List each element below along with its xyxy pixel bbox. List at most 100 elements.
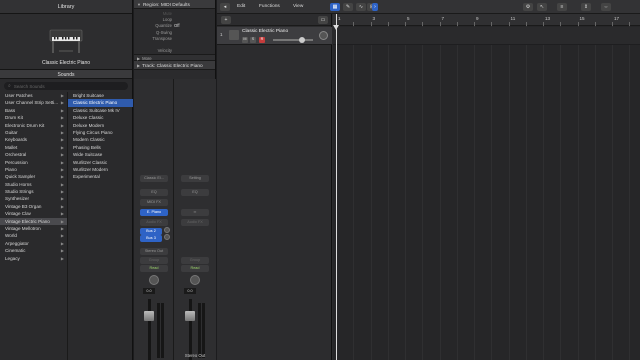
automation-read-slot[interactable]: Read <box>140 265 168 272</box>
patch-item[interactable]: Classic Suitcase Mk IV <box>68 107 133 114</box>
eq-slot[interactable]: EQ <box>181 189 209 196</box>
instrument-slot[interactable]: E. Piano <box>140 209 168 216</box>
track-pan-knob[interactable] <box>319 31 328 40</box>
solo-button[interactable]: S <box>250 37 256 43</box>
setting-slot[interactable]: Classic El... <box>140 175 168 182</box>
pointer-tool-icon[interactable]: ↖ <box>537 3 547 11</box>
volume-fader-cap[interactable] <box>185 311 195 321</box>
send-level-knob[interactable] <box>164 234 170 240</box>
playhead-handle[interactable] <box>333 25 339 30</box>
category-item[interactable]: Studio Strings ▶ <box>0 188 67 195</box>
chevron-right-icon: ▶ <box>60 100 64 106</box>
patch-item[interactable]: Classic Electric Piano <box>68 99 133 107</box>
region-inspector-header[interactable]: ▼ Region: MIDI Defaults <box>134 0 215 9</box>
track-volume-slider[interactable] <box>273 39 313 41</box>
category-item[interactable]: Vintage B3 Organ ▶ <box>0 203 67 210</box>
grid-line <box>422 26 424 360</box>
category-item[interactable]: Electronic Drum Kit ▶ <box>0 122 67 129</box>
category-item[interactable]: World ▶ <box>0 232 67 239</box>
category-item[interactable]: Mallet ▶ <box>0 144 67 151</box>
category-item[interactable]: Synthesizer ▶ <box>0 195 67 202</box>
bar-ruler[interactable]: 1 3 5 7 9 11 13 15 17 <box>333 14 640 26</box>
chevron-right-icon: ▶ <box>60 93 64 98</box>
track-header[interactable]: 1 Classic Electric Piano M S R <box>217 27 332 45</box>
back-icon[interactable]: ◂ <box>220 3 230 11</box>
volume-fader[interactable] <box>148 299 151 360</box>
global-tracks-icon[interactable]: ▭ <box>318 16 328 24</box>
category-item[interactable]: User Patches ▶ <box>0 92 67 99</box>
category-item[interactable]: Orchestral ▶ <box>0 151 67 158</box>
patch-item[interactable]: Deluxe Modern <box>68 122 133 129</box>
grid-view-icon[interactable]: ▦ <box>330 3 340 11</box>
view-menu[interactable]: View <box>293 3 303 11</box>
edit-menu[interactable]: Edit <box>237 3 245 11</box>
link-slot[interactable]: ∞ <box>181 209 209 216</box>
functions-menu[interactable]: Functions <box>259 3 280 11</box>
waveform-icon[interactable]: ∿ <box>356 3 366 11</box>
patch-item[interactable]: Wurlitzer Classic <box>68 159 133 166</box>
category-item[interactable]: Legacy ▶ <box>0 255 67 262</box>
patch-item[interactable]: Wide Suitcase <box>68 151 133 158</box>
zoom-vertical-icon[interactable]: ⇕ <box>581 3 591 11</box>
more-section[interactable]: ▶ More <box>134 54 215 62</box>
group-slot[interactable]: Group <box>181 257 209 264</box>
category-item[interactable]: Studio Horns ▶ <box>0 181 67 188</box>
category-item[interactable]: Keyboards ▶ <box>0 136 67 143</box>
track-volume-thumb[interactable] <box>298 37 305 43</box>
track-lane[interactable] <box>333 27 640 45</box>
category-item[interactable]: Cinematic ▶ <box>0 247 67 254</box>
balance-knob[interactable] <box>190 275 200 285</box>
gear-icon[interactable]: ⚙ <box>523 3 533 11</box>
playhead[interactable] <box>336 14 337 360</box>
chevron-right-icon: ▶ <box>60 196 64 202</box>
bar-number: 9 <box>476 16 479 21</box>
zoom-horizontal-icon[interactable]: ⇔ <box>601 3 611 11</box>
category-item[interactable]: Quick Sampler ▶ <box>0 173 67 180</box>
search-input[interactable]: ⌕ Search Sounds <box>4 82 128 90</box>
volume-fader-cap[interactable] <box>144 311 154 321</box>
audio-fx-slot[interactable]: Audio FX <box>140 219 168 226</box>
mute-button[interactable]: M <box>242 37 248 43</box>
patch-item[interactable]: Flying Circus Piano <box>68 129 133 136</box>
category-item[interactable]: Vintage Clav ▶ <box>0 210 67 217</box>
add-track-icon[interactable]: + <box>221 16 231 24</box>
patch-item[interactable]: Wurlitzer Modern <box>68 166 133 173</box>
audio-fx-slot[interactable]: Audio FX <box>181 219 209 226</box>
category-item[interactable]: Vintage Electric Piano ▶ <box>0 217 67 226</box>
category-item[interactable]: Vintage Mellotron ▶ <box>0 225 67 232</box>
category-item[interactable]: Arpeggiator ▶ <box>0 240 67 247</box>
patch-item[interactable]: Phasing Bells <box>68 144 133 151</box>
eq-slot[interactable]: EQ <box>140 189 168 196</box>
patch-item[interactable]: Bright Suitcase <box>68 92 133 99</box>
level-meter <box>198 303 201 358</box>
patch-item[interactable]: Experimental <box>68 173 133 180</box>
pan-knob[interactable] <box>149 275 159 285</box>
pencil-tool-icon[interactable]: ✎ <box>343 3 353 11</box>
send-level-knob[interactable] <box>164 227 170 233</box>
chevron-right-icon: ▶ <box>60 248 64 254</box>
category-item[interactable]: Guitar ▶ <box>0 129 67 136</box>
track-inspector-header[interactable]: ▶ Track: Classic Electric Piano <box>134 61 215 71</box>
send-bus2-slot[interactable]: Bus 2 <box>140 228 162 235</box>
category-item[interactable]: Bass ▶ <box>0 107 67 114</box>
midi-fx-slot[interactable]: MIDI FX <box>140 199 168 206</box>
chevron-right-icon: ▶ <box>60 107 64 113</box>
automation-read-slot[interactable]: Read <box>181 265 209 272</box>
category-item[interactable]: User Channel Strip Setti... ▶ <box>0 99 67 106</box>
group-slot[interactable]: Group <box>140 257 168 264</box>
category-item[interactable]: Percussion ▶ <box>0 159 67 166</box>
volume-fader[interactable] <box>189 299 192 360</box>
category-item[interactable]: Drum Kit ▶ <box>0 114 67 121</box>
patch-item[interactable]: Deluxe Classic <box>68 114 133 121</box>
record-button[interactable]: R <box>259 37 265 43</box>
catch-icon[interactable]: › <box>372 3 378 11</box>
arrange-area[interactable]: 1 3 5 7 9 11 13 15 17 <box>333 14 640 360</box>
send-bus3-slot[interactable]: Bus 3 <box>140 235 162 242</box>
category-item[interactable]: Piano ▶ <box>0 166 67 173</box>
output-slot[interactable]: Stereo Out <box>140 248 168 255</box>
setting-slot[interactable]: Setting <box>181 175 209 182</box>
chevron-right-icon: ▶ <box>60 159 64 165</box>
chevron-right-icon: ▶ <box>60 152 64 158</box>
patch-item[interactable]: Modern Classic <box>68 136 133 143</box>
sliders-icon[interactable]: ≡ <box>557 3 567 11</box>
